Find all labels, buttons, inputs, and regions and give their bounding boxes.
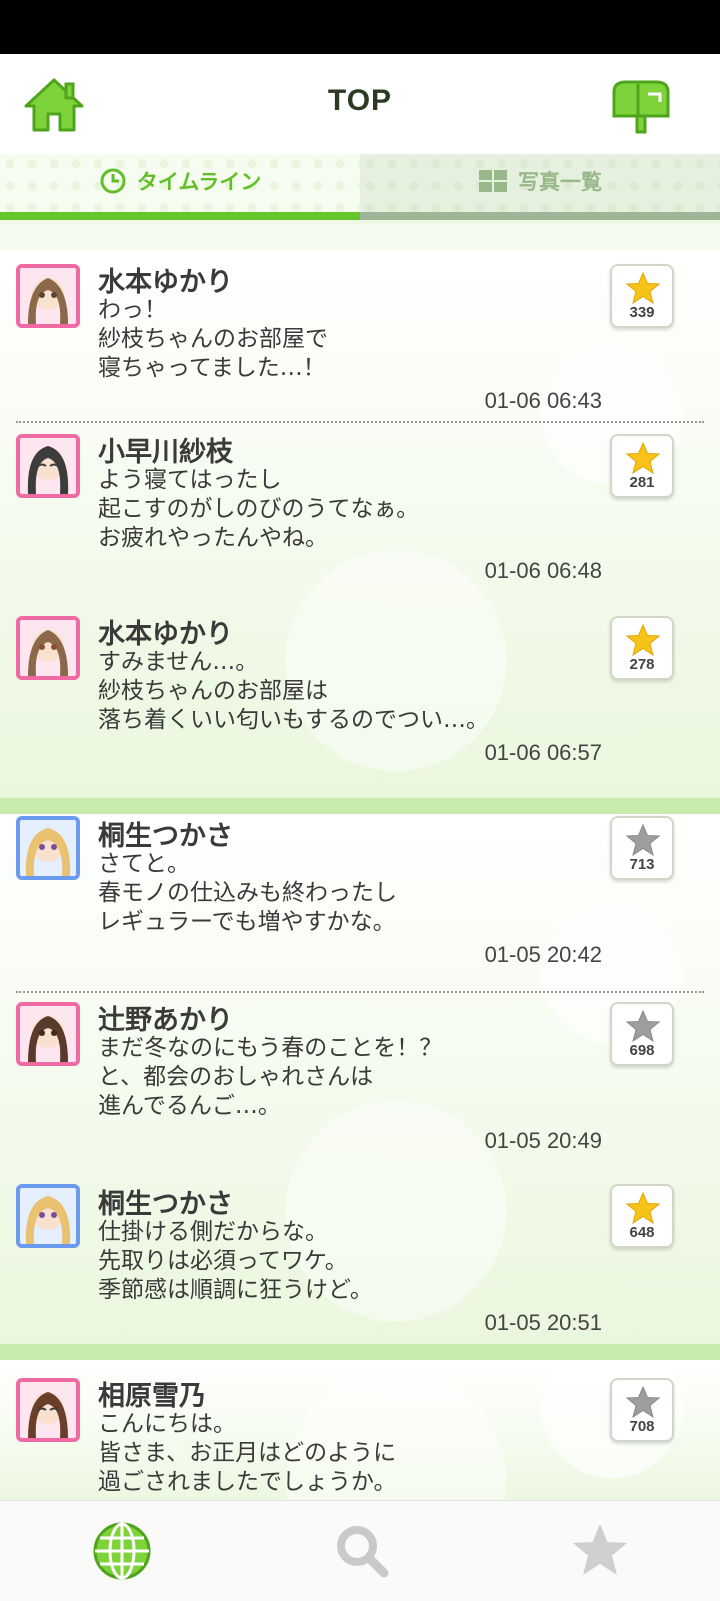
poster-name: 辻野あかり: [98, 1005, 233, 1036]
clock-icon: [100, 168, 126, 194]
poster-name: 相原雪乃: [98, 1381, 206, 1412]
like-button[interactable]: 648: [610, 1184, 674, 1248]
bottom-navigation: [0, 1500, 720, 1601]
like-count: 713: [629, 856, 655, 873]
poster-name: 桐生つかさ: [98, 1189, 233, 1220]
star-icon: [626, 1192, 660, 1224]
post-timestamp: 01-06 06:57: [484, 740, 602, 765]
tab-photo-list[interactable]: 写真一覧: [360, 154, 720, 220]
like-count: 281: [629, 474, 655, 491]
grid-icon: [479, 170, 507, 192]
post-timestamp: 01-06 06:43: [484, 388, 602, 413]
like-count: 698: [629, 1042, 655, 1059]
like-button[interactable]: 713: [610, 816, 674, 880]
globe-icon: [93, 1522, 151, 1580]
star-icon: [626, 624, 660, 656]
tab-timeline[interactable]: タイムライン: [0, 154, 360, 220]
app-header: TOP: [0, 54, 720, 155]
like-button[interactable]: 281: [610, 434, 674, 498]
poster-name: 水本ゆかり: [98, 267, 233, 298]
poster-name: 小早川紗枝: [98, 437, 233, 468]
avatar[interactable]: [16, 616, 80, 680]
avatar[interactable]: [16, 264, 80, 328]
poster-name: 桐生つかさ: [98, 821, 233, 852]
post-message: わっ！ 紗枝ちゃんのお部屋で 寝ちゃってました…！: [98, 297, 328, 381]
tab-photo-list-label: 写真一覧: [518, 170, 602, 194]
nav-timeline-button[interactable]: [92, 1521, 152, 1581]
post-timestamp: 01-06 06:48: [484, 558, 602, 583]
post-timestamp: 01-05 20:51: [484, 1310, 602, 1335]
star-icon: [626, 272, 660, 304]
post-message: よう寝てはったし 起こすのがしのびのうてなぁ。 お疲れやったんやね。: [98, 467, 420, 551]
group-separator: [0, 1344, 720, 1360]
star-icon: [626, 442, 660, 474]
star-icon: [626, 1386, 660, 1418]
post-message: 仕掛ける側だからな。 先取りは必須ってワケ。 季節感は順調に狂うけど。: [98, 1219, 373, 1303]
star-icon: [573, 1524, 627, 1575]
post-message: さてと。 春モノの仕込みも終わったし レギュラーでも増やすかな。: [98, 851, 397, 935]
like-count: 648: [629, 1224, 655, 1241]
tab-bar: タイムライン 写真一覧: [0, 154, 720, 220]
like-button[interactable]: 708: [610, 1378, 674, 1442]
star-icon: [626, 1010, 660, 1042]
post-timestamp: 01-05 20:49: [484, 1128, 602, 1153]
mailbox-button[interactable]: [610, 78, 672, 136]
post-timestamp: 01-05 20:42: [484, 942, 602, 967]
mailbox-icon: [612, 80, 670, 134]
avatar[interactable]: [16, 1184, 80, 1248]
nav-search-button[interactable]: [332, 1521, 392, 1581]
tab-timeline-label: タイムライン: [136, 170, 262, 194]
post-message: まだ冬なのにもう春のことを！？ と、都会のおしゃれさんは 進んでるんご…。: [98, 1035, 443, 1119]
avatar[interactable]: [16, 1378, 80, 1442]
status-bar: [0, 0, 720, 54]
avatar[interactable]: [16, 816, 80, 880]
post-divider: [16, 991, 704, 993]
avatar[interactable]: [16, 434, 80, 498]
star-icon: [626, 824, 660, 856]
like-button[interactable]: 278: [610, 616, 674, 680]
like-count: 278: [629, 656, 655, 673]
group-separator: [0, 798, 720, 814]
like-count: 339: [629, 304, 655, 321]
like-button[interactable]: 698: [610, 1002, 674, 1066]
avatar[interactable]: [16, 1002, 80, 1066]
search-icon: [337, 1526, 389, 1578]
like-button[interactable]: 339: [610, 264, 674, 328]
poster-name: 水本ゆかり: [98, 619, 233, 650]
like-count: 708: [629, 1418, 655, 1435]
timeline-feed[interactable]: 水本ゆかり わっ！ 紗枝ちゃんのお部屋で 寝ちゃってました…！ 01-06 06…: [0, 224, 720, 1500]
nav-favorites-button[interactable]: [570, 1521, 630, 1581]
post-message: こんにちは。 皆さま、お正月はどのように 過ごされましたでしょうか。: [98, 1411, 397, 1495]
post-divider: [16, 421, 704, 423]
post-message: すみません…。 紗枝ちゃんのお部屋は 落ち着くいい匂いもするのでつい…。: [98, 649, 489, 733]
